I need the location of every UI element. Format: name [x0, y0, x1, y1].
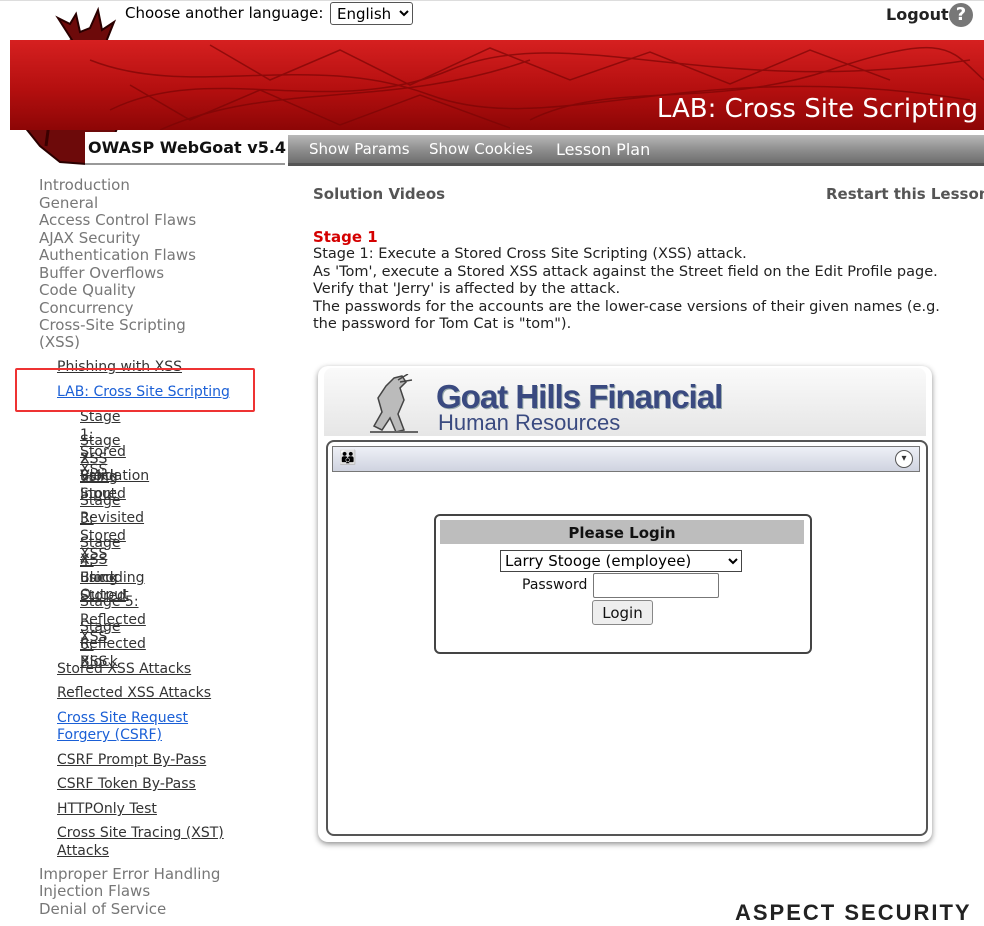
app-subtitle: Human Resources: [438, 410, 621, 435]
lesson-httponly[interactable]: HTTPOnly Test: [57, 801, 157, 818]
help-icon[interactable]: ?: [949, 3, 973, 27]
sidebar-item-concurrency[interactable]: Concurrency: [39, 300, 134, 317]
sidebar-item-authentication[interactable]: Authentication Flaws: [39, 247, 196, 264]
sidebar-item-buffer-overflows[interactable]: Buffer Overflows: [39, 265, 164, 282]
sidebar-item-ajax[interactable]: AJAX Security: [39, 230, 140, 247]
instruction-line: Verify that 'Jerry' is affected by the a…: [313, 281, 621, 297]
lesson-csrf-line2[interactable]: Forgery (CSRF): [57, 727, 162, 744]
sidebar-item-xss-suffix[interactable]: (XSS): [39, 334, 80, 351]
stage-3-link-line2[interactable]: Revisited: [80, 510, 144, 528]
lesson-xst[interactable]: Cross Site Tracing (XST): [57, 825, 224, 842]
app-content: 👪 ▾ Please Login Larry Stooge (employee)…: [326, 440, 928, 836]
login-form: Please Login Larry Stooge (employee) Pas…: [434, 514, 812, 654]
lesson-banner: LAB: Cross Site Scripting: [10, 40, 984, 130]
language-label: Choose another language:: [125, 4, 324, 22]
sidebar-item-code-quality[interactable]: Code Quality: [39, 282, 136, 299]
lesson-csrf-prompt[interactable]: CSRF Prompt By-Pass: [57, 752, 206, 769]
restart-lesson-link[interactable]: Restart this Lesson: [826, 185, 984, 203]
sidebar-item-error-handling[interactable]: Improper Error Handling: [39, 866, 220, 883]
app-nav-bar: 👪 ▾: [332, 446, 920, 472]
password-field[interactable]: [593, 573, 719, 598]
chevron-down-icon[interactable]: ▾: [895, 450, 913, 468]
toolbar-shadow: [288, 163, 984, 166]
banner-title: LAB: Cross Site Scripting: [656, 94, 978, 124]
goat-hills-header: Goat Hills Financial Human Resources: [324, 368, 926, 436]
highlight-box: [15, 368, 255, 412]
sidebar-item-introduction[interactable]: Introduction: [39, 177, 130, 194]
goat-hills-panel: Goat Hills Financial Human Resources 👪 ▾…: [318, 366, 932, 842]
stage-2-link-line3[interactable]: Validation: [80, 468, 149, 486]
login-heading: Please Login: [440, 520, 804, 544]
stage-4-link-line3[interactable]: Encoding: [80, 570, 145, 588]
sidebar-item-xss[interactable]: Cross-Site Scripting: [39, 317, 186, 334]
logout-link[interactable]: Logout: [886, 5, 949, 24]
lesson-reflected-xss[interactable]: Reflected XSS Attacks: [57, 685, 211, 702]
lesson-plan-button[interactable]: Lesson Plan: [556, 140, 650, 159]
people-icon: 👪: [339, 450, 357, 466]
instruction-line: Stage 1: Execute a Stored Cross Site Scr…: [313, 246, 747, 262]
lesson-stored-xss[interactable]: Stored XSS Attacks: [57, 661, 191, 678]
top-border: [0, 0, 984, 1]
show-cookies-button[interactable]: Show Cookies: [429, 140, 533, 158]
lesson-csrf[interactable]: Cross Site Request: [57, 710, 188, 727]
sidebar-item-access-control[interactable]: Access Control Flaws: [39, 212, 196, 229]
login-button[interactable]: Login: [592, 600, 653, 625]
instruction-line: The passwords for the accounts are the l…: [313, 298, 940, 315]
sidebar-item-injection[interactable]: Injection Flaws: [39, 883, 150, 900]
goat-illustration: [370, 374, 418, 433]
lesson-xst-line2[interactable]: Attacks: [57, 843, 109, 860]
show-params-button[interactable]: Show Params: [309, 140, 410, 158]
instruction-line: the password for Tom Cat is "tom").: [313, 316, 572, 332]
lesson-csrf-token[interactable]: CSRF Token By-Pass: [57, 776, 196, 793]
instruction-line: As 'Tom', execute a Stored XSS attack ag…: [313, 263, 938, 280]
stage-heading: Stage 1: [313, 228, 378, 246]
footer-logo: ASPECT SECURITY: [735, 900, 972, 925]
password-label: Password: [522, 577, 588, 593]
brand-title: OWASP WebGoat v5.4: [88, 138, 287, 157]
lesson-toolbar: Show Params Show Cookies Lesson Plan: [288, 135, 984, 163]
lesson-instructions: Stage 1: Execute a Stored Cross Site Scr…: [313, 246, 983, 334]
language-select[interactable]: English: [330, 2, 413, 25]
brand-box: OWASP WebGoat v5.4: [85, 132, 287, 165]
sidebar-item-general[interactable]: General: [39, 195, 98, 212]
sidebar-item-dos[interactable]: Denial of Service: [39, 901, 166, 918]
solution-videos-link[interactable]: Solution Videos: [313, 185, 445, 203]
employee-select[interactable]: Larry Stooge (employee): [500, 550, 742, 572]
